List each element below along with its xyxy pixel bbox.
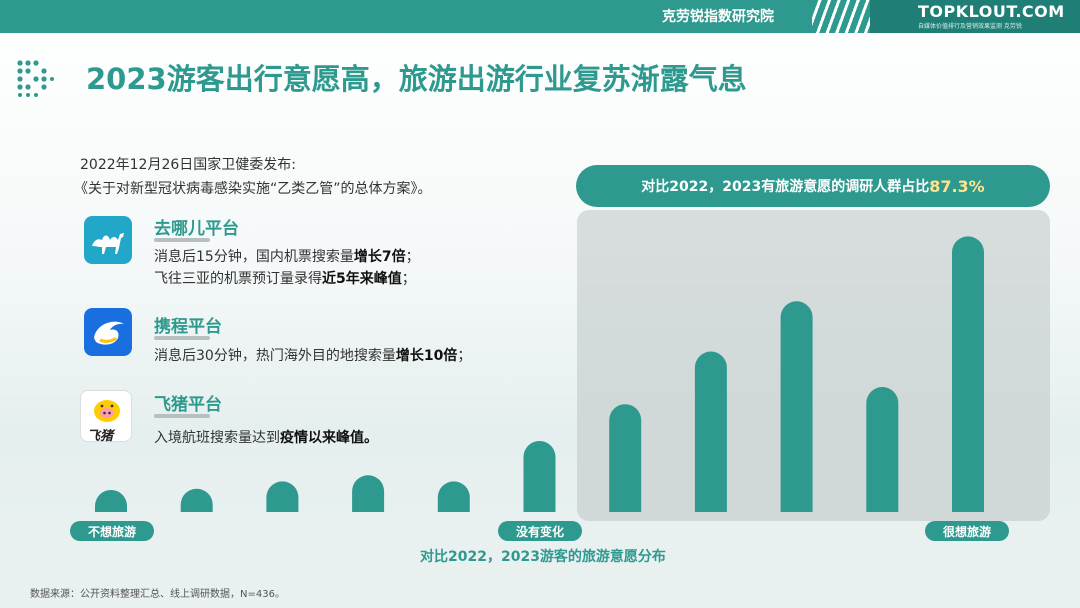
- bar-7: [609, 404, 642, 512]
- bar-2: [180, 488, 213, 512]
- bar-3: [266, 481, 299, 512]
- bar-1: [95, 489, 127, 512]
- bar-9: [780, 301, 813, 512]
- axis-label-middle: 没有变化: [498, 521, 582, 541]
- bar-11: [952, 236, 984, 512]
- bar-5: [437, 481, 470, 512]
- data-source: 数据来源：公开资料整理汇总、线上调研数据，N=436。: [30, 589, 285, 600]
- chart-caption: 对比2022，2023游客的旅游意愿分布: [420, 549, 666, 565]
- bar-6: [523, 440, 556, 512]
- axis-label-right: 很想旅游: [925, 521, 1009, 541]
- bar-10: [866, 387, 899, 512]
- bar-chart: [95, 236, 984, 512]
- bar-4: [352, 475, 385, 512]
- bar-8: [694, 351, 727, 512]
- axis-label-left: 不想旅游: [70, 521, 154, 541]
